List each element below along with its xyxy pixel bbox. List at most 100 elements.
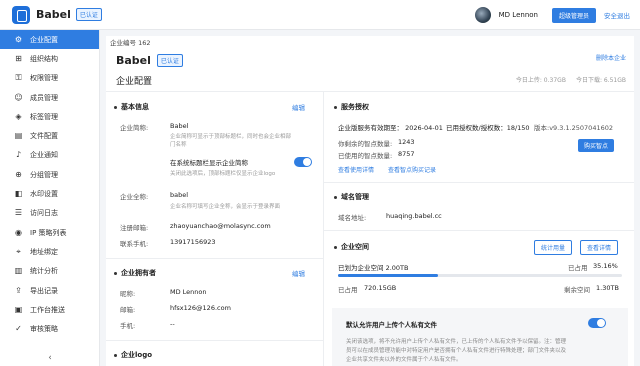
collapse-sidebar-icon[interactable]: ‹: [0, 350, 100, 366]
owner-email-label: 邮箱:: [120, 306, 136, 314]
watermark-icon: ◧: [14, 189, 23, 199]
space-progress-bar: [338, 274, 622, 277]
domain-value: huaqing.babel.cc: [386, 212, 442, 220]
verified-badge: 已认证: [156, 54, 183, 67]
sidebar-item-label: 标签管理: [30, 112, 58, 121]
view-purchase-records-link[interactable]: 查看智点购买记录: [388, 165, 436, 174]
show-short-name-toggle[interactable]: [294, 157, 312, 167]
used-points-label: 已使用的智点数量:: [338, 152, 393, 160]
allocated-space: 已划为企业空间 2.00TB: [338, 264, 409, 272]
bell-icon: ♪: [15, 150, 22, 160]
push-icon: ▣: [14, 304, 23, 314]
view-space-details-button[interactable]: 查看详情: [580, 240, 619, 255]
super-admin-button[interactable]: 超级管理员: [551, 7, 596, 23]
divider: [106, 91, 634, 92]
sidebar-item[interactable]: ⌖ 地址绑定: [0, 242, 99, 261]
user-name[interactable]: MD Lennon: [499, 11, 538, 19]
owner-nickname-label: 昵称:: [120, 290, 136, 298]
used-percent-value: 35.16%: [593, 262, 618, 270]
sidebar-item-label: 分组管理: [30, 170, 58, 179]
key-icon: ⚿: [15, 73, 22, 83]
owner-phone-label: 手机:: [120, 322, 136, 330]
enterprise-name: Babel: [116, 54, 151, 67]
sidebar-item[interactable]: ⚙ 企业配置: [0, 30, 99, 50]
remaining-space-value: 1.30TB: [596, 284, 619, 292]
private-files-hint-2: 员可以在成员管理功能中对特定用户是否拥有个人私有文件进行特殊处理；部门文件夹以及: [346, 348, 567, 354]
audit-icon: ✓: [15, 324, 22, 334]
download-today: 今日下载: 6.51GB: [575, 77, 626, 84]
domain-label: 域名地址:: [338, 214, 367, 222]
sidebar-item-label: 企业通知: [30, 151, 58, 160]
short-name-hint-1: 企业简称可显示于顶部标题栏，同时也会企业相部: [170, 134, 292, 140]
license-seats: 已用授权数/授权数：18/150: [446, 124, 530, 132]
chart-icon: ▥: [14, 266, 23, 276]
domain-title: 域名管理: [334, 192, 369, 202]
private-files-title: 默认允许用户上传个人私有文件: [346, 321, 437, 329]
sidebar-item-label: 权限管理: [30, 74, 58, 83]
buy-points-button[interactable]: 购买智点: [578, 139, 615, 152]
main-content: 企业编号 162 删除本企业 Babel 已认证 企业配置 今日上传: 0.37…: [106, 36, 634, 366]
sidebar-item[interactable]: ☰ 访问日志: [0, 204, 99, 223]
edit-basic-info-link[interactable]: 编辑: [292, 102, 305, 112]
edit-owner-link[interactable]: 编辑: [292, 268, 305, 278]
sidebar-item[interactable]: ♪ 企业通知: [0, 146, 99, 165]
divider: [323, 230, 634, 231]
sidebar-item[interactable]: ⊕ 分组管理: [0, 165, 99, 184]
space-title: 企业空间: [334, 242, 369, 252]
divider: [106, 340, 323, 341]
sidebar-item[interactable]: ▤ 文件配置: [0, 126, 99, 145]
show-in-title-hint: 关闭此选项后，顶部标题栏仅显示企业logo: [170, 171, 276, 177]
file-icon: ▤: [14, 131, 23, 141]
sidebar-item[interactable]: ◈ 标签管理: [0, 107, 99, 126]
owner-email-value: hfsx126@126.com: [170, 304, 231, 312]
used-size-label: 已占用: [338, 286, 358, 294]
sidebar-item-label: IP 策略列表: [30, 228, 67, 237]
sidebar-item-label: 统计分析: [30, 267, 58, 276]
view-usage-details-link[interactable]: 查看使用详情: [338, 165, 374, 174]
sidebar-item-label: 企业配置: [30, 35, 58, 44]
show-in-title-label: 在系统标题栏显示企业简称: [170, 159, 248, 167]
remaining-points-label: 你剩余的智点数量:: [338, 140, 393, 148]
owner-phone-value: --: [170, 320, 175, 328]
sidebar-item-label: 成员管理: [30, 93, 58, 102]
short-name-value: Babel: [170, 122, 189, 130]
used-percent-label: 已占用: [568, 264, 588, 272]
tag-icon: ◈: [15, 111, 22, 121]
usage-stats-button[interactable]: 统计用量: [534, 240, 573, 255]
remaining-points-value: 1243: [398, 138, 415, 146]
sidebar-item[interactable]: ✓ 审核策略: [0, 319, 99, 338]
used-points-value: 8757: [398, 150, 415, 158]
sidebar-item-label: 组织结构: [30, 54, 58, 63]
sidebar-item[interactable]: ☺ 成员管理: [0, 88, 99, 107]
sidebar-item[interactable]: ▥ 统计分析: [0, 262, 99, 281]
sidebar-item[interactable]: ⚿ 权限管理: [0, 69, 99, 88]
sidebar-item-label: 导出记录: [30, 286, 58, 295]
sidebar-item[interactable]: ◉ IP 策略列表: [0, 223, 99, 242]
basic-info-title: 基本信息: [114, 102, 149, 112]
babel-logo-icon[interactable]: [12, 5, 30, 24]
export-icon: ⇪: [15, 285, 22, 295]
user-area: MD Lennon 超级管理员 安全退出: [474, 6, 630, 24]
full-name-value: babel: [170, 191, 189, 199]
sidebar-item[interactable]: ⊞ 组织结构: [0, 49, 99, 68]
divider: [106, 258, 323, 259]
page-title: 企业配置: [116, 77, 153, 87]
sidebar-item[interactable]: ◧ 水印设置: [0, 184, 99, 203]
email-label: 注册邮箱:: [120, 224, 149, 232]
sidebar-menu: ⚙ 企业配置 ⊞ 组织结构 ⚿ 权限管理 ☺ 成员管理 ◈ 标签管理 ▤ 文件配置 ♪ 企业通知 ⊕ 分组管理…: [0, 30, 99, 339]
logout-link[interactable]: 安全退出: [604, 10, 630, 20]
private-files-hint-1: 关闭该选项，将不允许用户上传个人私有文件，已上传的个人私有文件予以保留。注：管理: [346, 339, 567, 345]
sidebar-item[interactable]: ▣ 工作台推送: [0, 300, 99, 319]
private-files-toggle[interactable]: [588, 318, 606, 328]
sidebar-item-label: 水印设置: [30, 190, 58, 199]
sidebar: ⚙ 企业配置 ⊞ 组织结构 ⚿ 权限管理 ☺ 成员管理 ◈ 标签管理 ▤ 文件配置 ♪ 企业通知 ⊕ 分组管理…: [0, 30, 100, 366]
avatar[interactable]: [474, 7, 491, 23]
sidebar-item[interactable]: ⇪ 导出记录: [0, 281, 99, 300]
version-label: 版本:v9.3.1.2507041602: [534, 124, 613, 132]
used-size-value: 720.15GB: [364, 284, 397, 292]
delete-enterprise-link[interactable]: 删除本企业: [596, 53, 626, 62]
enterprise-number: 企业编号 162: [110, 39, 151, 47]
divider: [323, 182, 634, 183]
ip-icon: ◉: [15, 227, 22, 237]
top-bar: Babel 已认证 MD Lennon 超级管理员 安全退出: [0, 0, 640, 30]
